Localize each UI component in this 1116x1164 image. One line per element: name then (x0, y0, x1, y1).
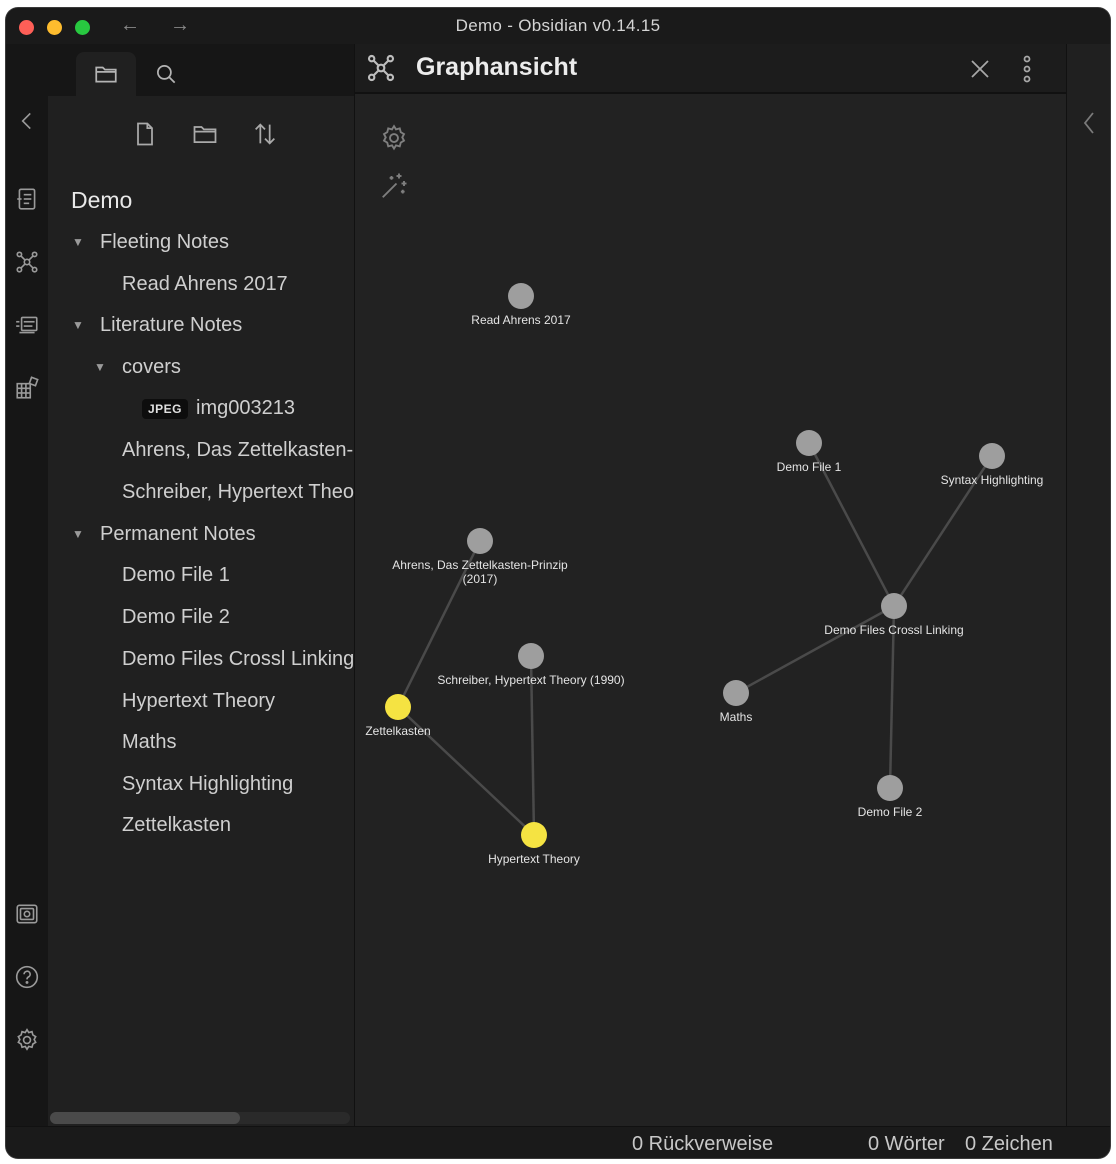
graph-edges (396, 442, 994, 836)
graph-view-icon (365, 52, 397, 84)
graph-node-zettelkasten[interactable]: Zettelkasten (365, 694, 431, 738)
new-folder-button[interactable] (185, 114, 225, 154)
file-img003213[interactable]: JPEG img003213 (142, 392, 295, 424)
graph-node-read_ahrens[interactable]: Read Ahrens 2017 (471, 283, 571, 327)
file-read-ahrens-2017[interactable]: Read Ahrens 2017 (122, 268, 288, 300)
chevron-down-icon: ▼ (94, 360, 106, 374)
file-type-badge: JPEG (142, 398, 189, 419)
graph-edge-crosslinking-maths (735, 604, 895, 695)
expand-right-sidebar-button[interactable] (1079, 108, 1099, 138)
file-label: img003213 (196, 397, 295, 419)
graph-node-dot[interactable] (723, 680, 749, 706)
graph-node-label: Syntax Highlighting (941, 473, 1044, 487)
folder-label: Permanent Notes (100, 523, 256, 545)
collapse-sidebar-icon[interactable] (12, 106, 42, 136)
file-ahrens-zettelkasten[interactable]: Ahrens, Das Zettelkasten-Prinzip (2017) (122, 434, 354, 466)
search-icon (157, 65, 176, 84)
graph-nodes: Read Ahrens 2017 Demo File 1 Syntax Highli… (365, 283, 1043, 866)
file-explorer-sidebar: Demo ▼ Fleeting Notes Read Ahrens 2017 ▼… (48, 44, 354, 1126)
graph-node-hypertext[interactable]: Hypertext Theory (488, 822, 580, 866)
file-syntax-highlighting[interactable]: Syntax Highlighting (122, 768, 293, 800)
chevron-down-icon: ▼ (72, 527, 84, 541)
file-hypertext-theory[interactable]: Hypertext Theory (122, 685, 275, 717)
folder-label: covers (122, 356, 181, 378)
new-folder-icon (193, 126, 217, 144)
file-maths[interactable]: Maths (122, 726, 176, 758)
open-note-icon[interactable] (12, 184, 42, 214)
graph-view-pane: Graphansicht Read Ahrens 2017 Demo File 1… (355, 44, 1066, 1126)
file-demo-file-2[interactable]: Demo File 2 (122, 601, 230, 633)
graph-node-demo2[interactable]: Demo File 2 (858, 775, 923, 819)
vault-switcher-icon[interactable] (12, 899, 42, 929)
file-zettelkasten[interactable]: Zettelkasten (122, 809, 231, 841)
tab-file-explorer[interactable] (76, 52, 136, 96)
graph-node-label: Hypertext Theory (488, 852, 580, 866)
chevron-down-icon: ▼ (72, 235, 84, 249)
vault-name[interactable]: Demo (71, 187, 132, 214)
graph-node-label: Zettelkasten (365, 724, 430, 738)
close-icon (971, 60, 989, 78)
app-window: ← → Demo - Obsidian v0.14.15 Demo ▼ Flee… (6, 8, 1110, 1158)
graph-node-dot[interactable] (508, 283, 534, 309)
help-icon[interactable] (12, 962, 42, 992)
sort-button[interactable] (245, 114, 285, 154)
graph-node-syntax[interactable]: Syntax Highlighting (941, 443, 1044, 487)
sidebar-horizontal-scrollbar[interactable] (50, 1112, 350, 1124)
slides-icon[interactable] (12, 310, 42, 340)
graph-node-label: Schreiber, Hypertext Theory (1990) (437, 673, 624, 687)
graph-canvas[interactable]: Read Ahrens 2017 Demo File 1 Syntax Highli… (355, 96, 1066, 1126)
close-view-button[interactable] (965, 54, 995, 84)
file-actions-toolbar (48, 114, 354, 158)
new-note-icon (137, 122, 153, 146)
folder-label: Fleeting Notes (100, 231, 229, 253)
file-demo-files-crossl-linking[interactable]: Demo Files Crossl Linking (122, 643, 354, 675)
graph-node-label: Demo File 1 (777, 460, 842, 474)
graph-node-label: Read Ahrens 2017 (471, 313, 571, 327)
sort-icon (255, 123, 275, 145)
graph-node-dot[interactable] (385, 694, 411, 720)
more-options-icon (1023, 55, 1031, 83)
graph-node-dot[interactable] (518, 643, 544, 669)
settings-icon[interactable] (12, 1025, 42, 1055)
graph-node-label: Demo Files Crossl Linking (824, 623, 963, 637)
graph-node-dot[interactable] (467, 528, 493, 554)
folder-label: Literature Notes (100, 314, 243, 336)
chevron-down-icon: ▼ (72, 318, 84, 332)
graph-node-label-line2: (2017) (463, 572, 498, 586)
graph-node-crosslinking[interactable]: Demo Files Crossl Linking (824, 593, 964, 637)
file-schreiber-hypertext[interactable]: Schreiber, Hypertext Theory (1990) (122, 476, 354, 508)
tab-search[interactable] (136, 52, 196, 96)
graph-node-ahrens[interactable]: Ahrens, Das Zettelkasten-Prinzip(2017) (392, 528, 568, 586)
graph-node-dot[interactable] (796, 430, 822, 456)
graph-node-label: Maths (720, 710, 753, 724)
backlinks-count[interactable]: 0 Rückverweise (632, 1133, 773, 1156)
more-options-button[interactable] (1015, 52, 1039, 86)
word-count: 0 Wörter (868, 1133, 945, 1155)
character-count: 0 Zeichen (965, 1133, 1053, 1155)
file-explorer-icon (95, 66, 117, 83)
right-sidebar-rail (1066, 44, 1110, 1126)
graph-node-label: Demo File 2 (858, 805, 923, 819)
view-header: Graphansicht (355, 44, 1066, 94)
graph-node-schreiber[interactable]: Schreiber, Hypertext Theory (1990) (437, 643, 625, 687)
graph-node-dot[interactable] (521, 822, 547, 848)
graph-node-label: Ahrens, Das Zettelkasten-Prinzip (392, 558, 568, 572)
graph-node-demo1[interactable]: Demo File 1 (777, 430, 842, 474)
left-ribbon (6, 44, 48, 1126)
graph-node-dot[interactable] (877, 775, 903, 801)
new-note-button[interactable] (125, 114, 165, 154)
file-demo-file-1[interactable]: Demo File 1 (122, 559, 230, 591)
title-bar: ← → Demo - Obsidian v0.14.15 (6, 8, 1110, 44)
window-title: Demo - Obsidian v0.14.15 (455, 16, 661, 35)
graph-node-dot[interactable] (979, 443, 1005, 469)
graph-node-dot[interactable] (881, 593, 907, 619)
chevron-left-icon (1083, 112, 1094, 134)
status-bar: 0 Rückverweise 0 Wörter 0 Zeichen (6, 1126, 1110, 1158)
kanban-icon[interactable] (12, 373, 42, 403)
view-title: Graphansicht (416, 53, 578, 81)
scrollbar-thumb[interactable] (50, 1112, 240, 1124)
graph-view-icon[interactable] (12, 247, 42, 277)
sidebar-tab-bar (48, 44, 354, 96)
